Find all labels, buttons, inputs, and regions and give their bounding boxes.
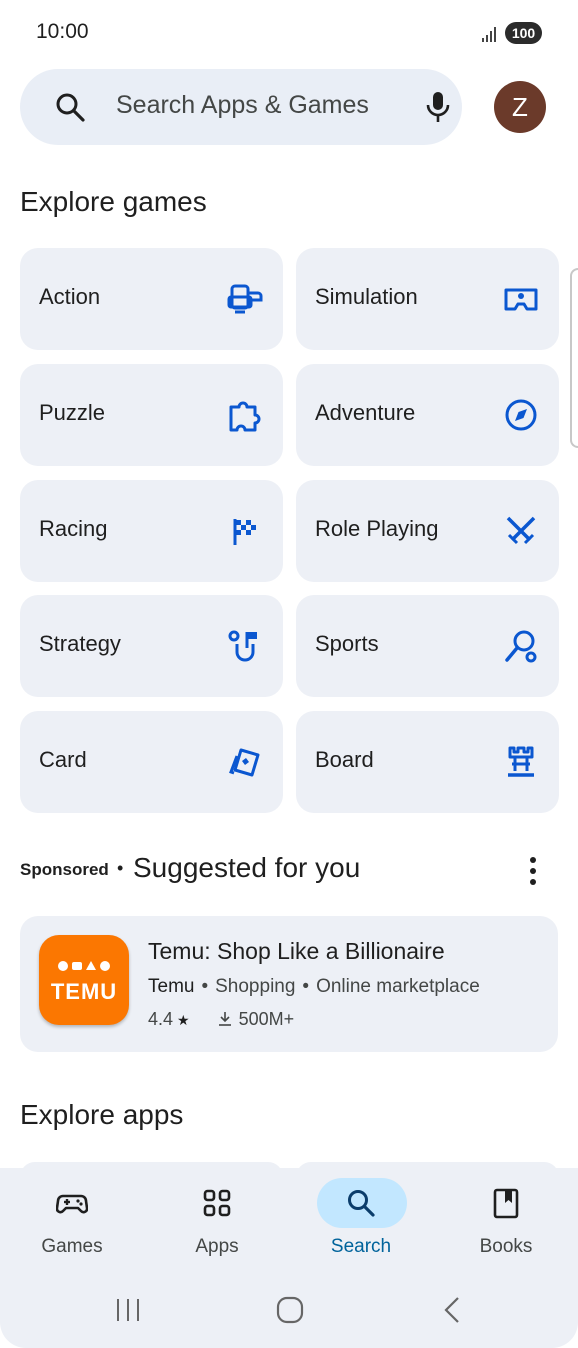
separator-dot: • (117, 858, 124, 878)
battery-indicator: 100 (505, 22, 542, 44)
separator-dot: • (201, 976, 209, 997)
app-developer: Temu (148, 976, 195, 997)
category-puzzle[interactable]: Puzzle (20, 364, 283, 466)
search-bar[interactable]: Search Apps & Games (20, 69, 462, 145)
search-input[interactable]: Search Apps & Games (116, 91, 369, 120)
recent-apps-icon[interactable] (114, 1290, 144, 1330)
more-options-icon[interactable] (520, 855, 546, 887)
category-simulation[interactable]: Simulation (296, 248, 559, 350)
strategy-flag-icon (228, 630, 257, 662)
category-label: Card (39, 747, 87, 772)
signal-icon (482, 27, 496, 42)
star-icon: ★ (177, 1012, 190, 1028)
ping-pong-icon (505, 630, 537, 663)
category-label: Action (39, 284, 101, 309)
app-downloads: 500M+ (238, 1009, 295, 1029)
app-meta: Temu • Shopping • Online marketplace (148, 976, 480, 998)
gamepad-console-icon (227, 284, 263, 314)
temu-figures-icon (58, 961, 110, 971)
nav-search[interactable]: Search (301, 1178, 421, 1268)
book-icon (493, 1188, 519, 1219)
compass-icon (505, 399, 537, 431)
apps-grid-icon (203, 1189, 231, 1217)
nav-games[interactable]: Games (12, 1178, 132, 1268)
home-icon[interactable] (274, 1290, 306, 1330)
app-tag: Online marketplace (316, 976, 480, 997)
gamepad-icon (56, 1194, 88, 1214)
explore-apps-title: Explore apps (20, 1099, 184, 1130)
nav-label: Apps (195, 1236, 239, 1257)
logo-text: TEMU (50, 979, 118, 1004)
separator-dot: • (302, 976, 310, 997)
category-role-playing[interactable]: Role Playing (296, 480, 559, 582)
status-bar: 10:00 100 (0, 0, 578, 64)
category-action[interactable]: Action (20, 248, 283, 350)
vr-headset-icon (504, 288, 538, 311)
category-racing[interactable]: Racing (20, 480, 283, 582)
back-icon[interactable] (440, 1290, 464, 1330)
suggested-title: Suggested for you (133, 852, 361, 883)
logo-mark (39, 959, 129, 976)
nav-label: Search (330, 1236, 392, 1257)
category-label: Role Playing (315, 516, 439, 541)
search-icon (348, 1190, 375, 1217)
app-category: Shopping (215, 976, 296, 997)
temu-logo: TEMU (39, 935, 129, 1025)
app-title: Temu: Shop Like a Billionaire (148, 938, 445, 964)
sponsored-label: Sponsored (20, 860, 109, 879)
category-label: Puzzle (39, 400, 106, 425)
playing-card-icon (229, 748, 260, 777)
app-stats: 4.4 ★ 500M+ (148, 1009, 294, 1030)
category-sports[interactable]: Sports (296, 595, 559, 697)
category-label: Simulation (315, 284, 418, 309)
nav-books[interactable]: Books (446, 1178, 566, 1268)
nav-label: Books (479, 1236, 533, 1257)
category-label: Adventure (315, 400, 416, 425)
scroll-indicator[interactable] (570, 268, 578, 448)
download-icon (218, 1012, 231, 1026)
category-label: Racing (39, 516, 108, 541)
nav-apps[interactable]: Apps (157, 1178, 277, 1268)
category-label: Board (315, 747, 374, 772)
microphone-icon[interactable] (422, 90, 454, 124)
puzzle-piece-icon (229, 401, 261, 432)
checkered-flag-icon (233, 519, 256, 545)
category-strategy[interactable]: Strategy (20, 595, 283, 697)
app-card-temu[interactable]: TEMU Temu: Shop Like a Billionaire Temu •… (20, 916, 558, 1052)
category-board[interactable]: Board (296, 711, 559, 813)
category-card[interactable]: Card (20, 711, 283, 813)
category-label: Sports (315, 631, 379, 656)
search-icon (56, 93, 85, 122)
chess-rook-icon (508, 746, 534, 777)
nav-label: Games (41, 1236, 103, 1257)
app-rating: 4.4 (148, 1009, 174, 1029)
avatar[interactable]: Z (494, 81, 546, 133)
category-label: Strategy (39, 631, 121, 656)
crossed-swords-icon (506, 516, 536, 545)
status-time: 10:00 (36, 20, 89, 43)
explore-games-title: Explore games (20, 186, 207, 217)
category-adventure[interactable]: Adventure (296, 364, 559, 466)
